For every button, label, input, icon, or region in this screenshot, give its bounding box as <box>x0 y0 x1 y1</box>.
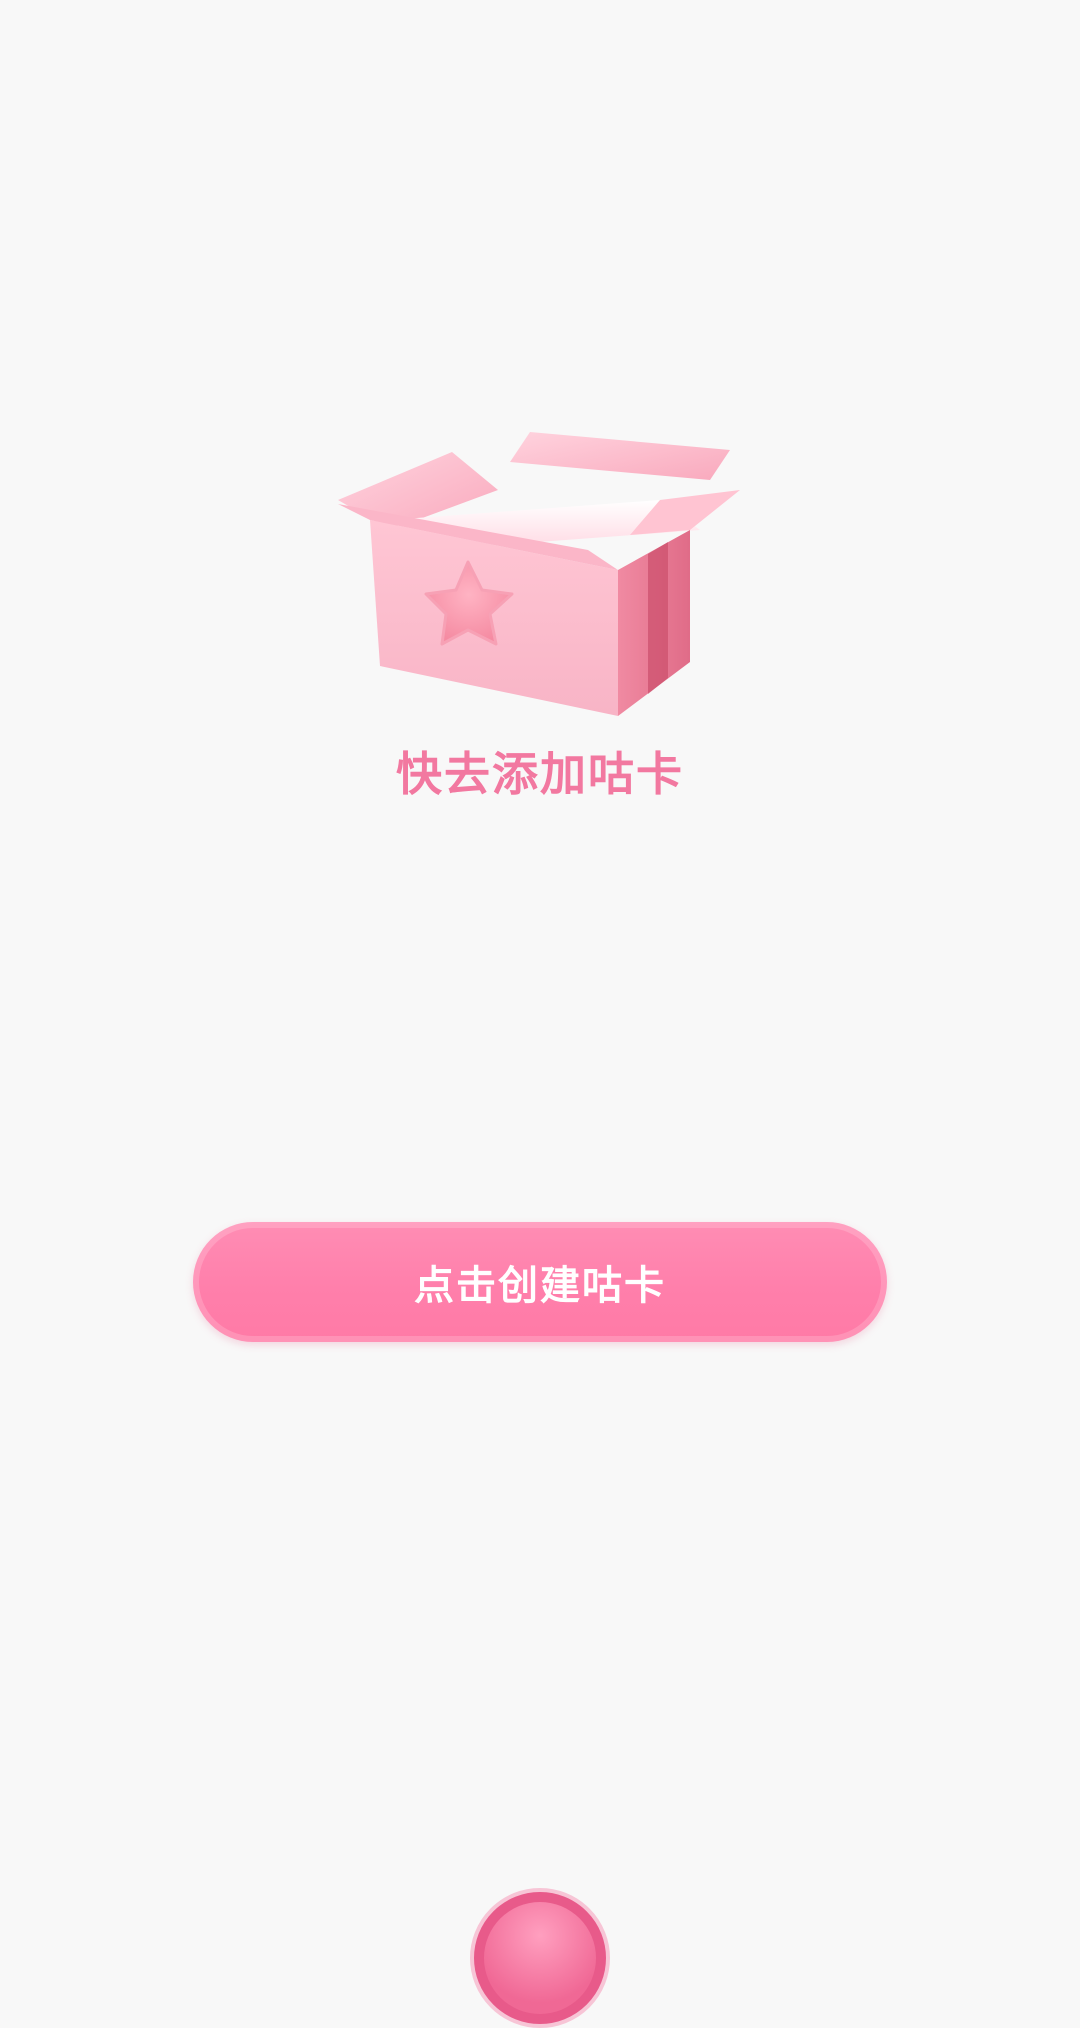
fab-inner-circle <box>484 1902 596 2014</box>
empty-card-screen: 快去添加咕卡 点击创建咕卡 <box>0 0 1080 2028</box>
open-gift-box-star-icon <box>338 432 740 716</box>
create-card-button[interactable]: 点击创建咕卡 <box>193 1222 887 1342</box>
empty-state-title: 快去添加咕卡 <box>396 747 684 801</box>
create-card-button-label: 点击创建咕卡 <box>414 1263 666 1309</box>
pink-circle-fab-icon[interactable] <box>470 1888 610 2028</box>
